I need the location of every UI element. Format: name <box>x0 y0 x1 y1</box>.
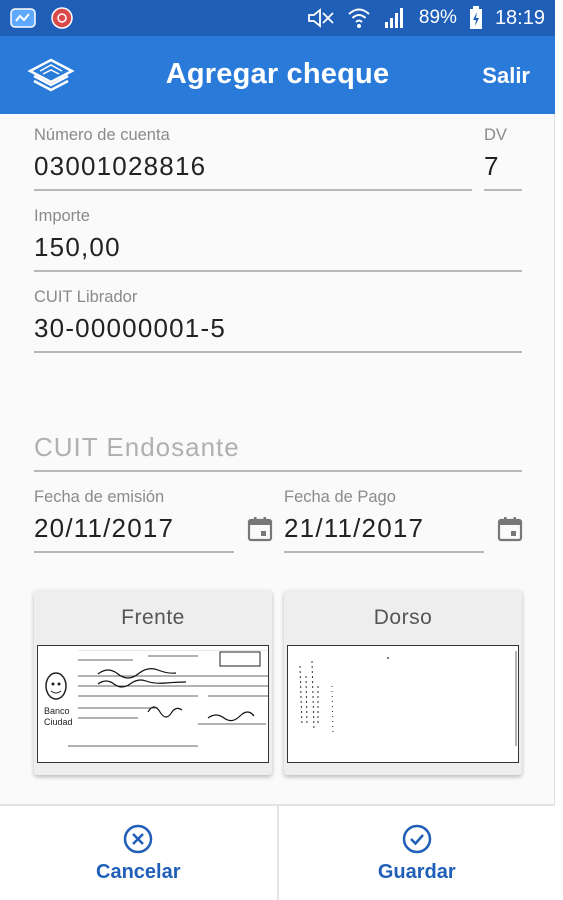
app-badge-icon <box>50 6 74 30</box>
payment-date-label: Fecha de Pago <box>284 488 396 506</box>
exit-button[interactable]: Salir <box>482 63 530 89</box>
app-notification-icon <box>10 7 36 29</box>
issue-date-calendar-icon[interactable] <box>246 515 274 543</box>
amount-field[interactable]: Importe 150,00 <box>34 207 522 272</box>
cancel-label: Cancelar <box>96 860 181 883</box>
svg-text:Banco: Banco <box>44 706 70 716</box>
back-image-card[interactable]: Dorso <box>284 590 522 775</box>
save-button[interactable]: Guardar <box>276 806 556 900</box>
clock: 18:19 <box>494 6 545 29</box>
cuit-drawer-input[interactable]: 30-00000001-5 <box>34 313 522 353</box>
front-check-thumbnail[interactable]: Banco Ciudad <box>37 645 269 763</box>
mute-icon <box>307 8 335 28</box>
account-number-field[interactable]: Número de cuenta 03001028816 <box>34 126 472 191</box>
status-bar: 89% 18:19 <box>0 0 555 36</box>
save-label: Guardar <box>377 860 456 883</box>
dv-field[interactable]: DV 7 <box>484 126 522 191</box>
bottom-action-bar: Cancelar Guardar <box>0 804 555 900</box>
issue-date-label: Fecha de emisión <box>34 488 165 506</box>
cancel-circle-x-icon <box>122 823 154 855</box>
payment-date-field[interactable]: Fecha de Pago 21/11/2017 <box>284 488 484 553</box>
front-image-label: Frente <box>121 606 185 629</box>
issue-date-input[interactable]: 20/11/2017 <box>34 513 234 553</box>
wifi-icon <box>347 7 371 29</box>
account-number-label: Número de cuenta <box>34 126 170 144</box>
page-title: Agregar cheque <box>165 58 390 90</box>
cuit-endorser-input[interactable]: CUIT Endosante <box>34 432 522 472</box>
issue-date-field[interactable]: Fecha de emisión 20/11/2017 <box>34 488 234 553</box>
app-bar: Agregar cheque Salir <box>0 36 555 114</box>
account-number-input[interactable]: 03001028816 <box>34 151 472 191</box>
cuit-drawer-label: CUIT Librador <box>34 288 138 306</box>
cuit-drawer-field[interactable]: CUIT Librador 30-00000001-5 <box>34 288 522 353</box>
amount-input[interactable]: 150,00 <box>34 232 522 272</box>
dv-label: DV <box>484 126 507 144</box>
back-image-label: Dorso <box>373 606 433 629</box>
amount-label: Importe <box>34 207 90 225</box>
cancel-button[interactable]: Cancelar <box>0 806 277 900</box>
battery-percent: 89% <box>418 7 457 28</box>
payment-date-input[interactable]: 21/11/2017 <box>284 513 484 553</box>
signal-icon <box>383 7 407 29</box>
battery-charging-icon <box>469 6 483 30</box>
svg-text:Ciudad: Ciudad <box>44 717 73 727</box>
dv-input[interactable]: 7 <box>484 151 522 191</box>
payment-date-calendar-icon[interactable] <box>496 515 524 543</box>
save-check-circle-icon <box>401 823 433 855</box>
front-image-card[interactable]: Frente Banco Ciudad <box>34 590 272 775</box>
back-check-thumbnail[interactable] <box>287 645 519 763</box>
cuit-endorser-field[interactable]: CUIT Endosante <box>34 432 522 472</box>
